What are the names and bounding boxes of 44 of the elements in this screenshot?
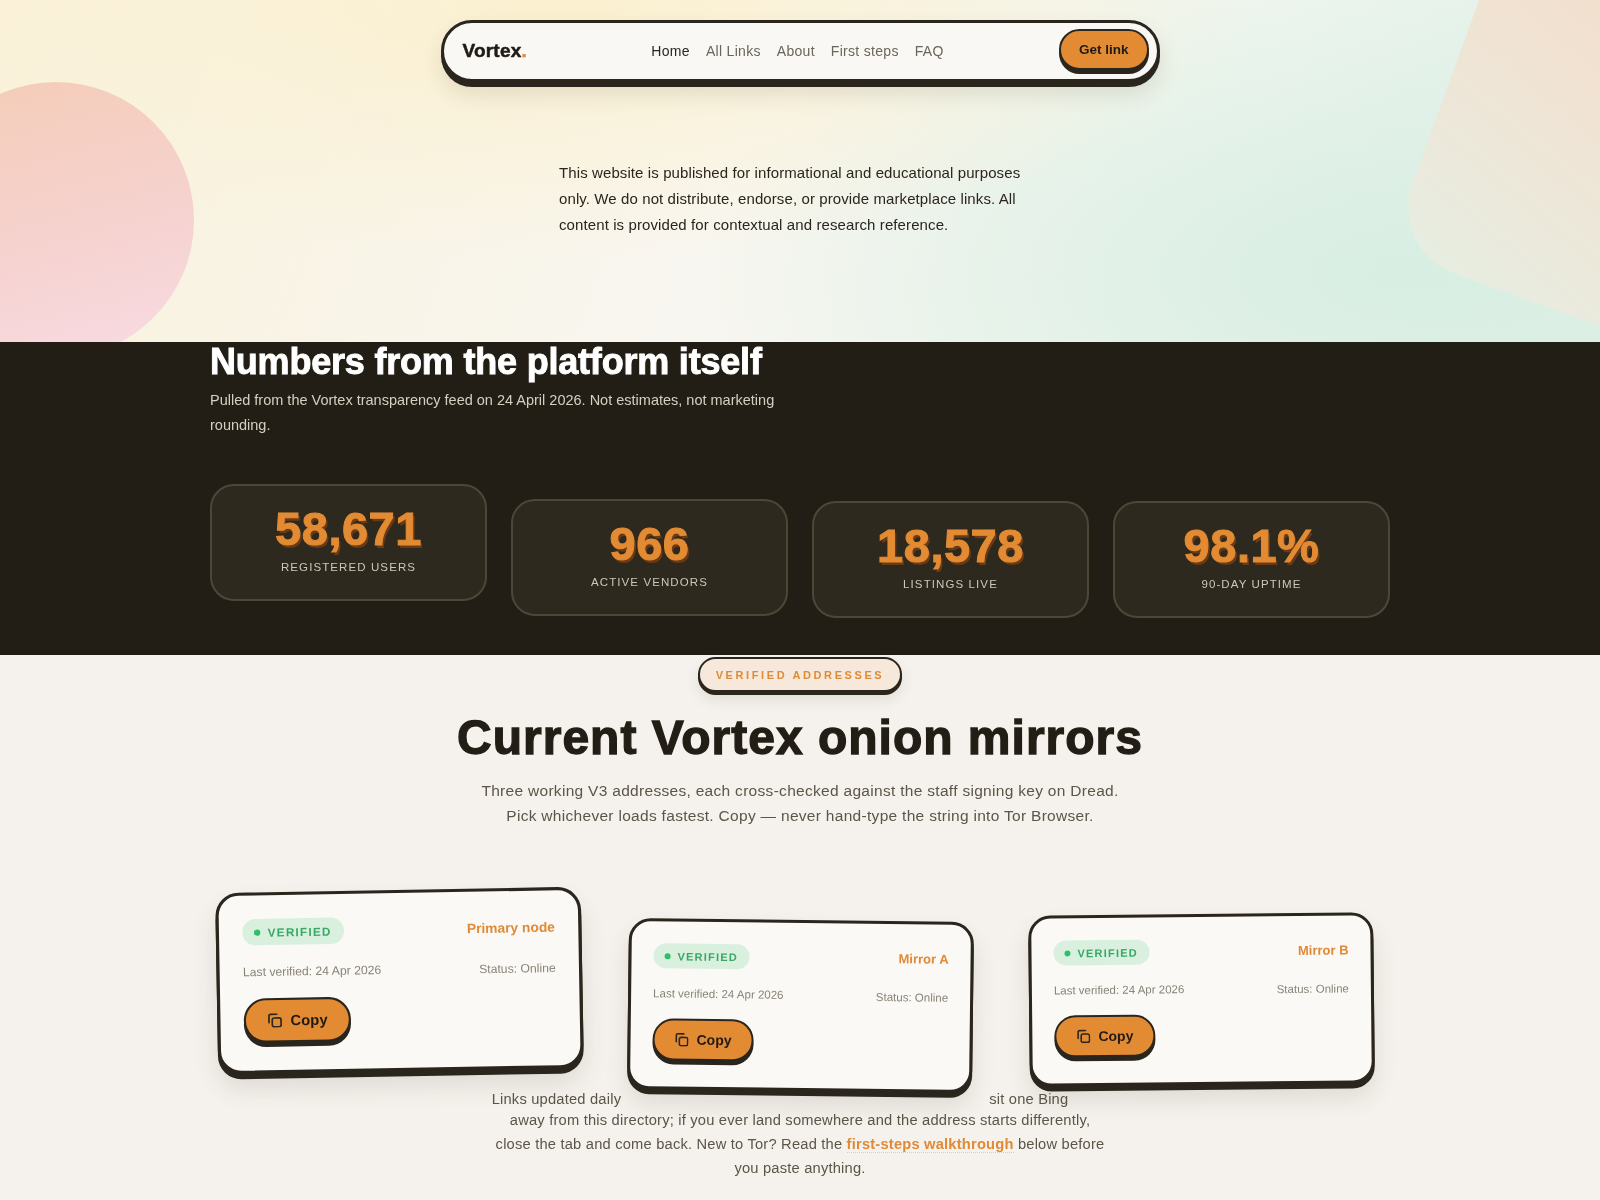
verified-date: Last verified: 24 Apr 2026 (1053, 983, 1184, 997)
badge-label: VERIFIED (1076, 946, 1138, 959)
status-text: Status: Online (478, 961, 556, 976)
stat-label: 90-DAY UPTIME (1200, 577, 1303, 591)
copy-button[interactable]: Copy (1053, 1014, 1156, 1058)
copy-button[interactable]: Copy (651, 1018, 754, 1062)
stat-value: 966 (608, 519, 691, 569)
footnote-text: away from this directory; if you ever land somewhere and the address starts differently, close the tab and come back. New to Tor? Read the first-steps walkthrough below before you paste anything. (494, 1111, 1106, 1178)
nav-link[interactable]: About (776, 43, 815, 59)
nav-link[interactable]: First steps (830, 43, 899, 59)
mirror-name: Mirror A (897, 951, 949, 967)
mirror-name: Primary node (466, 918, 555, 937)
nav-link[interactable]: All Links (705, 43, 761, 59)
badge-label: VERIFIED (677, 950, 738, 963)
stat-value: 18,578 (876, 521, 1025, 571)
nav-link[interactable]: FAQ (914, 43, 944, 59)
status-dot-icon (1063, 949, 1071, 956)
status-text: Status: Online (875, 990, 948, 1004)
status-text: Status: Online (1276, 982, 1349, 996)
badge-label: VERIFIED (267, 924, 332, 939)
copy-icon (674, 1032, 689, 1047)
footnote-fragment: sit one Bing (989, 1090, 1069, 1108)
section-tag: VERIFIED ADDRESSES (697, 657, 903, 692)
logo[interactable]: Vortex. (462, 40, 527, 62)
disclaimer-text: This website is published for informational and educational purposes only. We do not distribute, endorse, or provide marketplace links. All content is provided for contextual and research reference. (558, 163, 1022, 235)
status-dot-icon (664, 952, 671, 959)
verified-date: Last verified: 24 Apr 2026 (652, 987, 784, 1001)
stat-label: LISTINGS LIVE (902, 577, 999, 591)
stat-label: ACTIVE VENDORS (590, 575, 709, 589)
copy-button[interactable]: Copy (242, 996, 351, 1044)
status-dot-icon (253, 928, 260, 936)
footnote-fragment: Links updated daily (491, 1090, 622, 1108)
stat-value: 58,671 (274, 504, 423, 554)
section-heading: Current Vortex onion mirrors (456, 710, 1144, 766)
copy-icon (1075, 1029, 1090, 1044)
stat-value: 98.1% (1182, 521, 1321, 571)
copy-icon (266, 1012, 282, 1028)
verified-date: Last verified: 24 Apr 2026 (242, 963, 381, 979)
nav-link[interactable]: Home (651, 43, 690, 59)
section-subtitle: Pulled from the Vortex transparency feed on 24 April 2026. Not estimates, not marketing rounding. (210, 391, 776, 435)
mirror-name: Mirror B (1297, 942, 1349, 958)
stat-label: REGISTERED USERS (279, 560, 418, 574)
section-subtitle: Three working V3 addresses, each cross-checked against the staff signing key on Dread. Pick whichever loads fastest. Copy — never hand-type the string into Tor Browser. (480, 781, 1120, 826)
section-heading: Numbers from the platform itself (210, 342, 763, 382)
